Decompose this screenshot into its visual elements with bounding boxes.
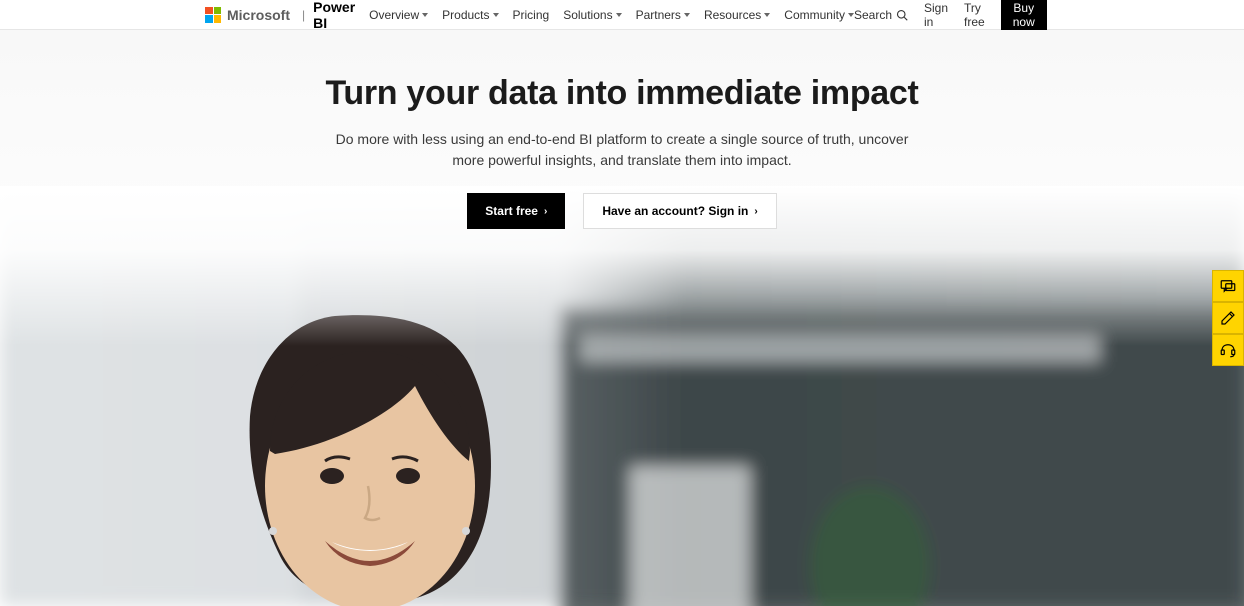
hero-section: Turn your data into immediate impact Do … (0, 30, 1244, 606)
hero-image (0, 186, 1244, 606)
support-rail-button[interactable] (1212, 334, 1244, 366)
hero-content: Turn your data into immediate impact Do … (0, 30, 1244, 229)
main-nav: Overview Products Pricing Solutions Part… (369, 8, 854, 22)
signin-link[interactable]: Sign in (924, 1, 948, 29)
nav-pricing[interactable]: Pricing (513, 8, 550, 22)
tryfree-link[interactable]: Try free (964, 1, 985, 29)
nav-label: Community (784, 8, 845, 22)
nav-community[interactable]: Community (784, 8, 854, 22)
microsoft-logo[interactable]: Microsoft (205, 7, 290, 23)
signin-button[interactable]: Have an account? Sign in › (583, 193, 776, 229)
nav-products[interactable]: Products (442, 8, 498, 22)
microsoft-brand-text: Microsoft (227, 7, 290, 23)
chevron-down-icon (616, 13, 622, 17)
nav-label: Pricing (513, 8, 550, 22)
search-link[interactable]: Search (854, 8, 908, 22)
chevron-right-icon: › (544, 206, 547, 217)
chevron-down-icon (493, 13, 499, 17)
nav-label: Solutions (563, 8, 612, 22)
nav-overview[interactable]: Overview (369, 8, 428, 22)
feedback-rail-button[interactable] (1212, 302, 1244, 334)
nav-label: Partners (636, 8, 681, 22)
chevron-down-icon (684, 13, 690, 17)
nav-label: Overview (369, 8, 419, 22)
support-icon (1219, 341, 1237, 359)
nav-resources[interactable]: Resources (704, 8, 770, 22)
chat-icon (1219, 277, 1237, 295)
cta-primary-label: Start free (485, 204, 538, 218)
search-label: Search (854, 8, 892, 22)
nav-solutions[interactable]: Solutions (563, 8, 621, 22)
hero-subtitle: Do more with less using an end-to-end BI… (332, 129, 912, 171)
start-free-button[interactable]: Start free › (467, 193, 565, 229)
global-header: Microsoft | Power BI Overview Products P… (0, 0, 1244, 30)
hero-title: Turn your data into immediate impact (0, 74, 1244, 113)
chevron-right-icon: › (754, 206, 757, 217)
side-rail (1212, 270, 1244, 366)
microsoft-logo-icon (205, 7, 221, 23)
chevron-down-icon (422, 13, 428, 17)
search-icon (896, 9, 908, 21)
hero-ctas: Start free › Have an account? Sign in › (0, 193, 1244, 229)
nav-label: Products (442, 8, 489, 22)
edit-icon (1219, 309, 1237, 327)
cta-secondary-label: Have an account? Sign in (602, 204, 748, 218)
chat-rail-button[interactable] (1212, 270, 1244, 302)
brand-divider: | (302, 8, 305, 22)
chevron-down-icon (764, 13, 770, 17)
nav-partners[interactable]: Partners (636, 8, 690, 22)
nav-label: Resources (704, 8, 761, 22)
product-name[interactable]: Power BI (313, 0, 355, 31)
